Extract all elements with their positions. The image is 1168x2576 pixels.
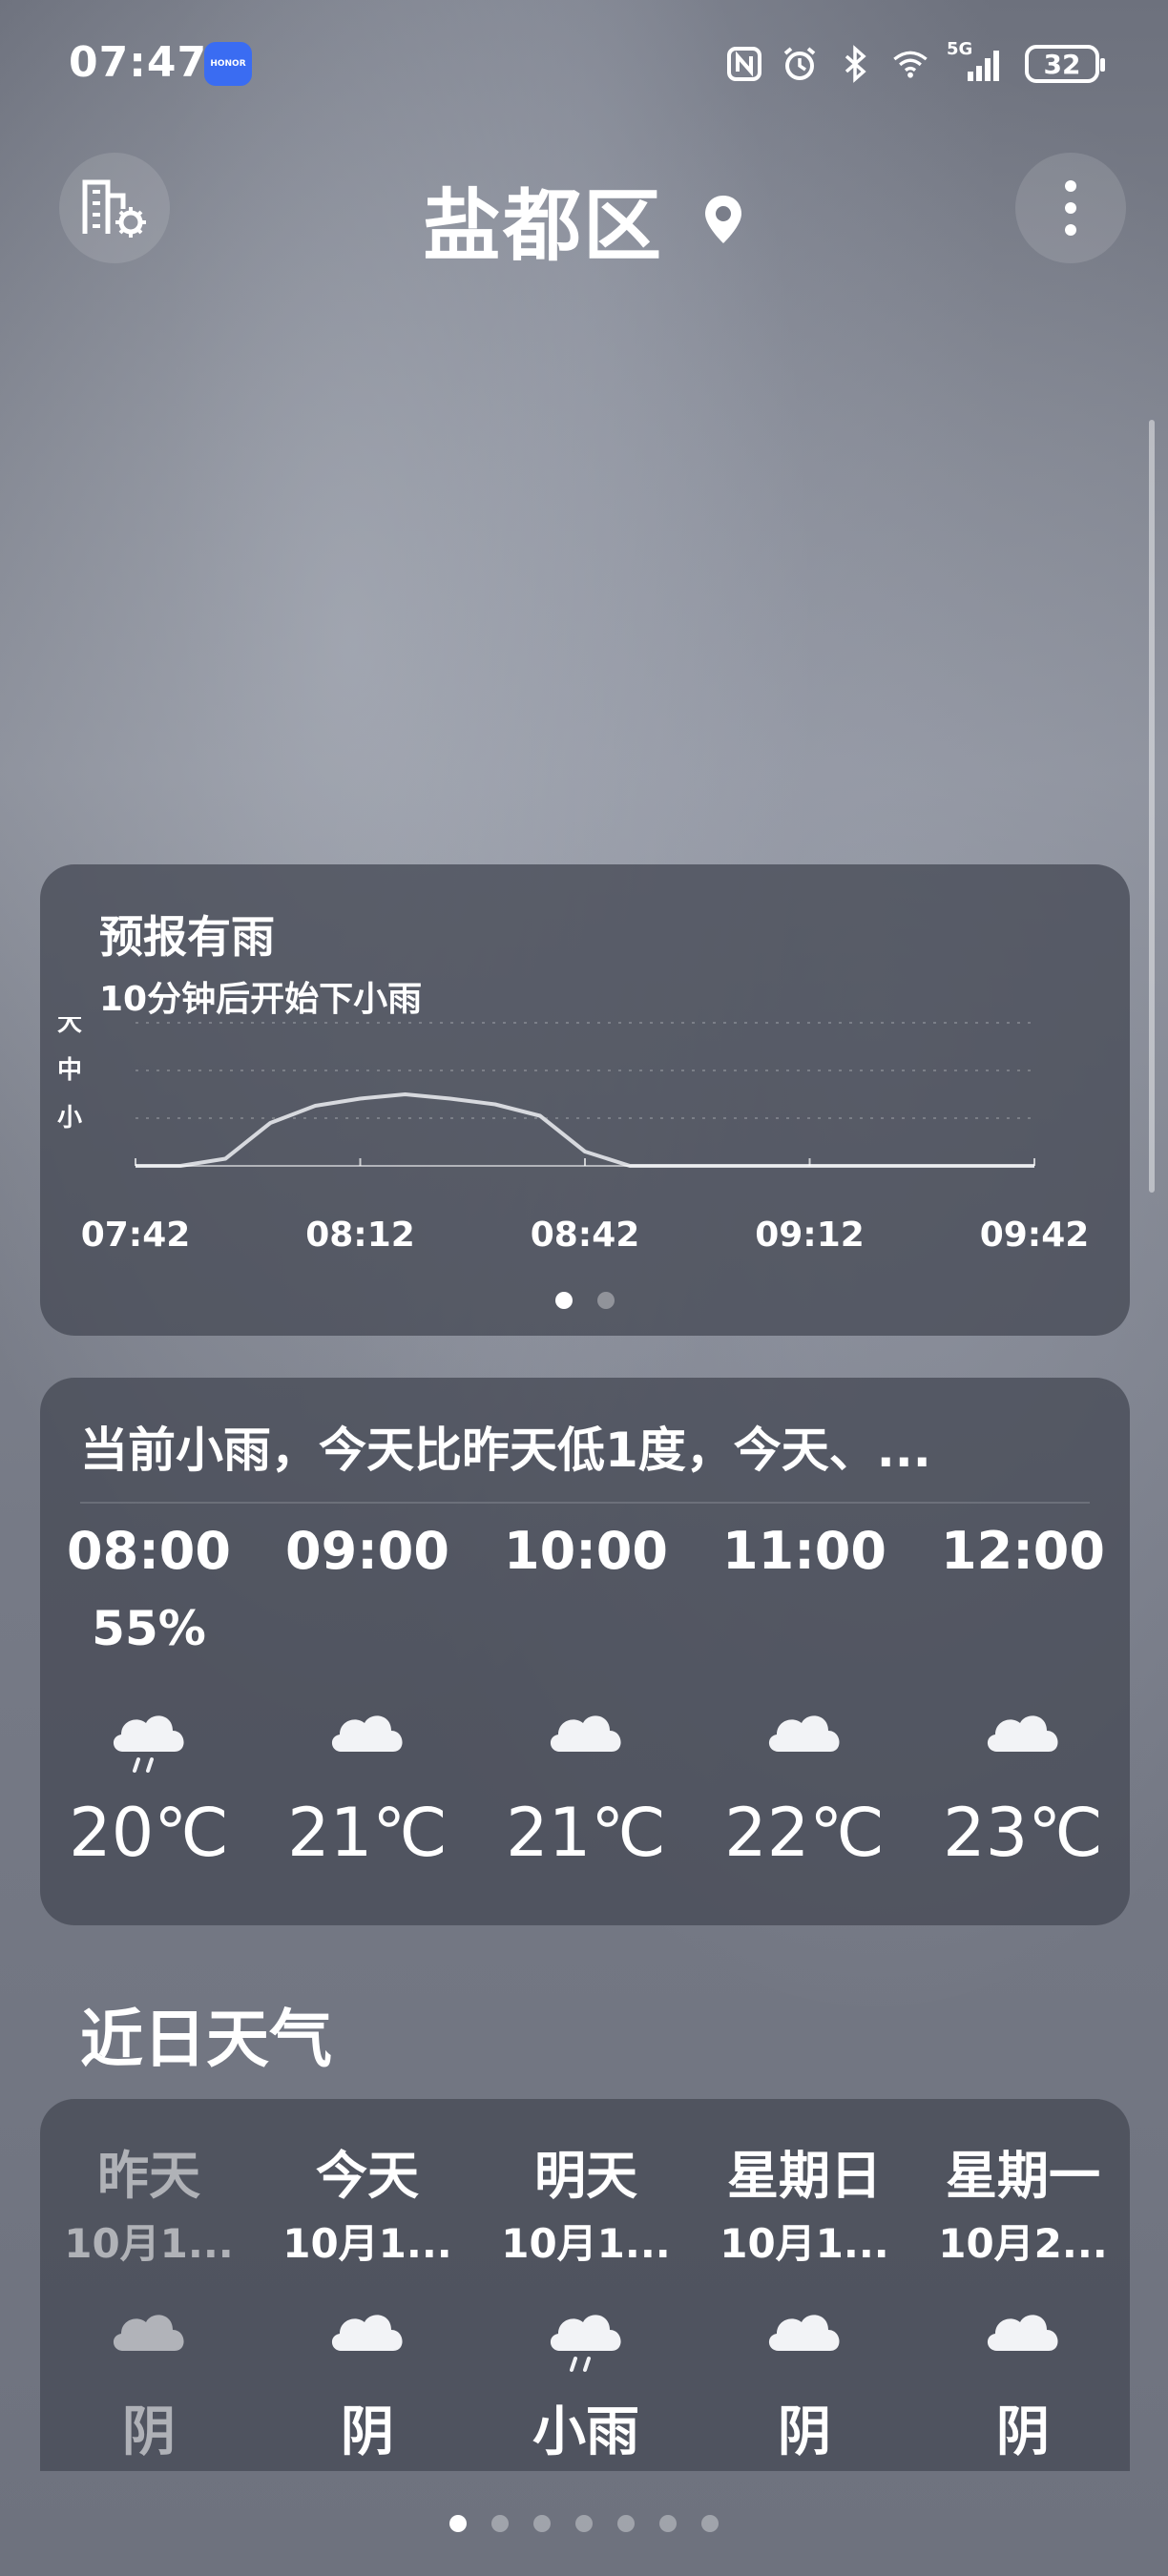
day-label: 星期一 xyxy=(946,2146,1100,2206)
cloud-icon xyxy=(980,1698,1066,1775)
hourly-item[interactable]: 09:00 21℃ xyxy=(259,1521,476,1922)
rain-card-pager[interactable] xyxy=(40,1292,1130,1309)
rain-cloud-icon xyxy=(543,2297,629,2374)
day-condition: 阴 xyxy=(341,2401,394,2463)
day-date: 10月1... xyxy=(720,2220,889,2267)
hour-time: 12:00 xyxy=(941,1521,1105,1581)
hourly-list[interactable]: 08:00 55% 20℃ 09:00 21℃ 10:00 21℃ 11:00 22℃ 12:00… xyxy=(40,1521,1130,1922)
page-dot[interactable] xyxy=(701,2515,719,2532)
day-condition: 小雨 xyxy=(532,2401,639,2463)
cloud-icon xyxy=(980,2297,1066,2374)
hour-temperature: 23℃ xyxy=(943,1794,1103,1872)
cloud-icon xyxy=(761,1698,847,1775)
hour-time: 11:00 xyxy=(722,1521,886,1581)
more-options-button[interactable] xyxy=(1015,153,1126,263)
honor-app-icon: HONOR xyxy=(204,42,252,86)
hourly-item[interactable]: 08:00 55% 20℃ xyxy=(40,1521,258,1922)
status-icons: 5G 32 xyxy=(725,39,1105,86)
daily-forecast-card[interactable]: 昨天 10月1... 阴 今天 10月1... 阴 明天 10月1... 小雨 星期日 10月1..… xyxy=(40,2099,1130,2471)
more-vertical-icon xyxy=(1065,180,1076,236)
cloud-icon xyxy=(324,2297,410,2374)
location-pin-icon xyxy=(705,195,741,243)
rain-time-label: 09:42 xyxy=(979,1215,1090,1255)
day-label: 星期日 xyxy=(727,2146,882,2206)
daily-section-title: 近日天气 xyxy=(80,2003,332,2076)
signal-icon: 5G xyxy=(947,39,1008,83)
hour-temperature: 21℃ xyxy=(506,1794,666,1872)
battery-indicator: 32 xyxy=(1025,45,1105,83)
day-label: 明天 xyxy=(534,2146,637,2206)
hourly-item[interactable]: 10:00 21℃ xyxy=(477,1521,695,1922)
rain-forecast-title: 预报有雨 xyxy=(99,911,275,963)
rain-intensity-line xyxy=(136,1092,1034,1168)
day-condition: 阴 xyxy=(778,2401,831,2463)
page-dot[interactable] xyxy=(449,2515,467,2532)
rain-intensity-chart: 大中小 xyxy=(57,1017,1035,1168)
pager-dot[interactable] xyxy=(555,1292,573,1309)
network-type: 5G xyxy=(947,39,973,59)
day-date: 10月2... xyxy=(938,2220,1108,2267)
daily-item[interactable]: 星期一 10月2... 阴 xyxy=(914,2099,1130,2471)
page-dot[interactable] xyxy=(533,2515,551,2532)
day-date: 10月1... xyxy=(282,2220,452,2267)
alarm-icon xyxy=(781,45,819,83)
daily-list[interactable]: 昨天 10月1... 阴 今天 10月1... 阴 明天 10月1... 小雨 星期日 10月1..… xyxy=(40,2099,1130,2471)
hourly-item[interactable]: 11:00 22℃ xyxy=(696,1521,913,1922)
day-date: 10月1... xyxy=(64,2220,234,2267)
cloud-icon xyxy=(543,1698,629,1775)
rain-forecast-card[interactable]: 预报有雨 10分钟后开始下小雨 大中小 07:42 08:12 08:42 09:12… xyxy=(40,864,1130,1336)
page-dot[interactable] xyxy=(575,2515,593,2532)
day-condition: 阴 xyxy=(996,2401,1050,2463)
day-date: 10月1... xyxy=(501,2220,671,2267)
precip-probability: 55% xyxy=(92,1601,206,1656)
rain-time-axis: 07:42 08:12 08:42 09:12 09:42 xyxy=(81,1215,1097,1263)
hour-temperature: 22℃ xyxy=(724,1794,885,1872)
rain-forecast-subtitle: 10分钟后开始下小雨 xyxy=(99,980,423,1019)
divider xyxy=(80,1502,1090,1504)
weather-summary[interactable]: 当前小雨，今天比昨天低1度，今天、... xyxy=(80,1412,931,1481)
rain-cloud-icon xyxy=(106,1698,192,1775)
day-label: 今天 xyxy=(316,2146,419,2206)
city-name[interactable]: 盐都区 xyxy=(423,162,663,276)
status-time: 07:47 xyxy=(69,38,208,87)
daily-item[interactable]: 星期日 10月1... 阴 xyxy=(696,2099,913,2471)
page-dot[interactable] xyxy=(617,2515,635,2532)
daily-item[interactable]: 明天 10月1... 小雨 xyxy=(477,2099,695,2471)
rain-time-label: 07:42 xyxy=(80,1215,191,1255)
bluetooth-icon xyxy=(836,45,874,83)
hour-temperature: 20℃ xyxy=(69,1794,229,1872)
rain-level-label: 中 xyxy=(57,1056,82,1085)
hourly-forecast-card[interactable]: 当前小雨，今天比昨天低1度，今天、... 08:00 55% 20℃ 09:00 21℃… xyxy=(40,1378,1130,1925)
city-title-wrap: 盐都区 xyxy=(0,162,1168,276)
scrollbar[interactable] xyxy=(1149,420,1155,1193)
pager-dot[interactable] xyxy=(597,1292,615,1309)
status-bar: 07:47 HONOR 5G 32 xyxy=(0,0,1168,134)
daily-item[interactable]: 今天 10月1... 阴 xyxy=(259,2099,476,2471)
hourly-item[interactable]: 12:00 23℃ xyxy=(914,1521,1132,1922)
day-label: 昨天 xyxy=(97,2146,200,2206)
day-condition: 阴 xyxy=(122,2401,176,2463)
cloud-icon xyxy=(761,2297,847,2374)
header: 盐都区 xyxy=(0,153,1168,272)
hour-time: 10:00 xyxy=(504,1521,668,1581)
cloud-icon xyxy=(106,2297,192,2374)
rain-level-label: 小 xyxy=(57,1104,82,1132)
city-page-indicator[interactable] xyxy=(0,2515,1168,2532)
rain-time-label: 08:42 xyxy=(530,1215,640,1255)
daily-item[interactable]: 昨天 10月1... 阴 xyxy=(40,2099,258,2471)
hour-time: 09:00 xyxy=(285,1521,449,1581)
cloud-icon xyxy=(324,1698,410,1775)
nfc-icon xyxy=(725,45,763,83)
hour-time: 08:00 xyxy=(67,1521,231,1581)
rain-time-label: 09:12 xyxy=(755,1215,865,1255)
page-dot[interactable] xyxy=(659,2515,677,2532)
hour-temperature: 21℃ xyxy=(287,1794,448,1872)
page-dot[interactable] xyxy=(491,2515,509,2532)
wifi-icon xyxy=(891,45,929,83)
rain-time-label: 08:12 xyxy=(305,1215,415,1255)
rain-level-label: 大 xyxy=(57,1017,82,1037)
